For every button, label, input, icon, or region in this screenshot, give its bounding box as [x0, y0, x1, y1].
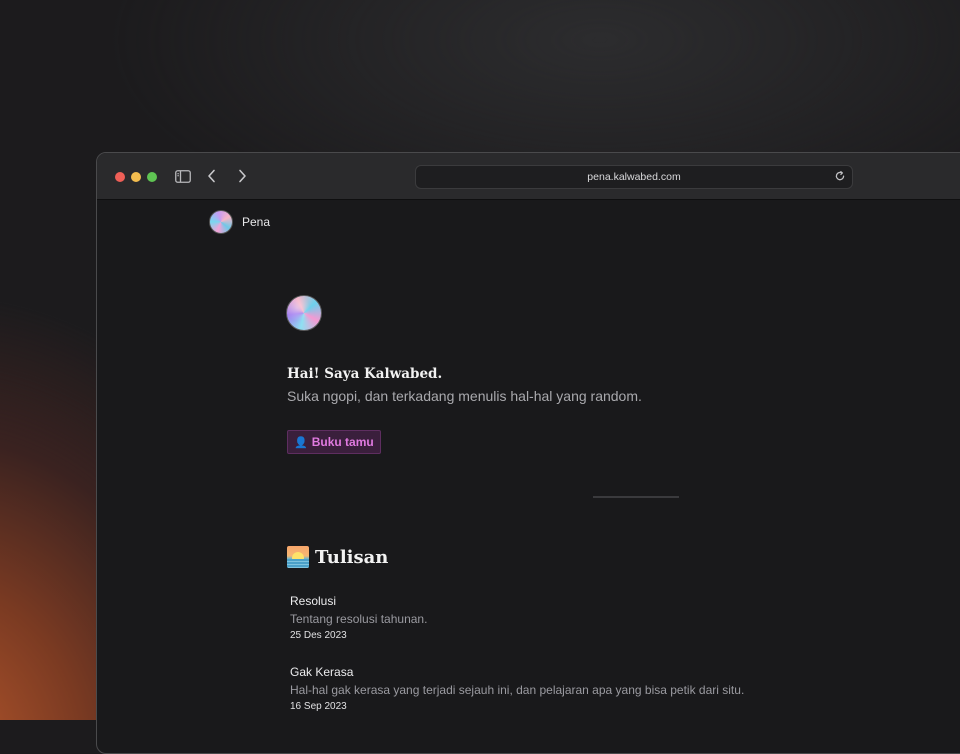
- post-description: Tentang resolusi tahunan.: [290, 612, 428, 626]
- sidebar-toggle-icon[interactable]: [173, 165, 193, 187]
- writings-heading: Tulisan: [287, 546, 388, 568]
- close-window-button[interactable]: [115, 172, 125, 182]
- site-name[interactable]: Pena: [242, 215, 270, 229]
- profile-avatar: [286, 295, 322, 331]
- address-url: pena.kalwabed.com: [587, 171, 681, 183]
- post-date: 16 Sep 2023: [290, 701, 347, 712]
- post-title[interactable]: Resolusi: [290, 594, 427, 608]
- post-date: 25 Des 2023: [290, 630, 347, 641]
- writings-title: Tulisan: [315, 546, 389, 568]
- guestbook-button[interactable]: 👤 Buku tamu: [287, 430, 381, 454]
- section-divider: [593, 496, 679, 498]
- browser-window: pena.kalwabed.com Pena Hai! Saya Kalwabe…: [96, 152, 960, 754]
- site-header[interactable]: Pena: [209, 210, 270, 234]
- back-chevron-icon[interactable]: [203, 165, 221, 187]
- person-icon: 👤: [294, 436, 308, 449]
- profile-greeting: Hai! Saya Kalwabed.: [287, 366, 443, 382]
- post-item[interactable]: Resolusi Tentang resolusi tahunan. 25 De…: [290, 594, 427, 641]
- post-description: Hal-hal gak kerasa yang terjadi sejauh i…: [290, 683, 745, 697]
- guestbook-label: Buku tamu: [311, 435, 374, 449]
- site-logo[interactable]: [209, 210, 233, 234]
- browser-toolbar: pena.kalwabed.com: [97, 153, 960, 200]
- forward-chevron-icon[interactable]: [233, 165, 251, 187]
- profile-tagline: Suka ngopi, dan terkadang menulis hal-ha…: [287, 388, 642, 404]
- sunrise-icon: [287, 546, 309, 568]
- zoom-window-button[interactable]: [147, 172, 157, 182]
- post-title[interactable]: Gak Kerasa: [290, 665, 744, 679]
- address-bar[interactable]: pena.kalwabed.com: [415, 165, 853, 189]
- minimize-window-button[interactable]: [131, 172, 141, 182]
- page-content: Pena Hai! Saya Kalwabed. Suka ngopi, dan…: [97, 200, 960, 753]
- post-item[interactable]: Gak Kerasa Hal-hal gak kerasa yang terja…: [290, 665, 744, 712]
- reload-icon[interactable]: [834, 170, 846, 182]
